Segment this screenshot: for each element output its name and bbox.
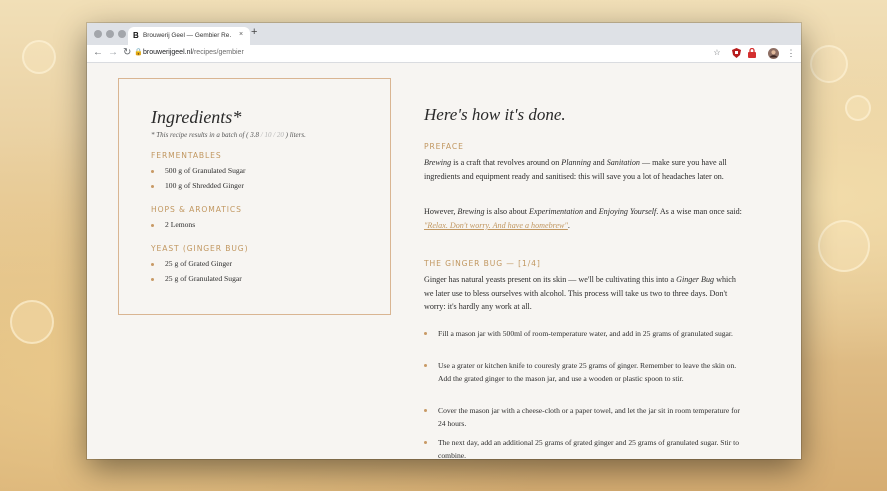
- step-item: Use a grater or kitchen knife to couresl…: [424, 359, 743, 385]
- background-bubble: [810, 45, 848, 83]
- ingredient-item: 2 Lemons: [150, 220, 196, 229]
- tab-title: Brouwerij Geel — Gembier Re…: [143, 32, 231, 39]
- ginger-bug-paragraph: Ginger has natural yeasts present on its…: [424, 275, 736, 311]
- lock-icon[interactable]: 🔒: [134, 48, 143, 56]
- page-content: Ingredients* * This recipe results in a …: [87, 63, 801, 459]
- url-path: /recipes/gembier: [192, 49, 244, 56]
- lock-extension-icon[interactable]: [747, 47, 757, 58]
- menu-icon[interactable]: ⋮: [786, 48, 796, 58]
- background-bubble: [818, 220, 870, 272]
- star-icon[interactable]: ☆: [712, 48, 722, 58]
- batch-option-20[interactable]: 20: [277, 131, 284, 139]
- ingredient-item: 100 g of Shredded Ginger: [151, 181, 244, 190]
- preface-paragraph-1: Brewing is a craft that revolves around …: [424, 158, 727, 181]
- background-bubble: [22, 40, 56, 74]
- step-item: Cover the mason jar with a cheese-cloth …: [424, 404, 743, 430]
- background-bubble: [845, 95, 871, 121]
- browser-toolbar: ← → ↻ 🔒 brouwerijgeel.nl/recipes/gembier…: [87, 45, 801, 63]
- batch-size-note: * This recipe results in a batch of ( 3.…: [151, 131, 306, 139]
- tab-active[interactable]: B Brouwerij Geel — Gembier Re… ×: [128, 27, 250, 45]
- address-bar[interactable]: brouwerijgeel.nl/recipes/gembier: [143, 49, 244, 56]
- tab-bar: B Brouwerij Geel — Gembier Re… × +: [87, 23, 801, 45]
- profile-avatar-icon[interactable]: [768, 48, 779, 59]
- new-tab-button[interactable]: +: [251, 26, 257, 38]
- window-maximize-dot[interactable]: [118, 30, 126, 38]
- homebrew-quote-link[interactable]: "Relax. Don't worry. And have a homebrew…: [424, 221, 568, 230]
- ingredients-card: Ingredients* * This recipe results in a …: [118, 78, 391, 315]
- step-item: The next day, add an additional 25 grams…: [424, 436, 743, 459]
- section-heading-fermentables: FERMENTABLES: [151, 151, 222, 160]
- window-minimize-dot[interactable]: [106, 30, 114, 38]
- back-icon[interactable]: ←: [93, 47, 103, 58]
- preface-paragraph-2: However, Brewing is also about Experimen…: [424, 207, 742, 230]
- section-heading-yeast: YEAST (GINGER BUG): [151, 244, 249, 253]
- howto-title: Here's how it's done.: [424, 105, 566, 124]
- url-host: brouwerijgeel.nl: [143, 49, 193, 56]
- forward-icon[interactable]: →: [108, 47, 118, 58]
- batch-option-10[interactable]: 10: [264, 131, 271, 139]
- browser-window: B Brouwerij Geel — Gembier Re… × + ← → ↻…: [87, 23, 801, 459]
- reload-icon[interactable]: ↻: [123, 47, 131, 58]
- batch-prefix: * This recipe results in a batch of (: [151, 131, 249, 139]
- window-close-dot[interactable]: [94, 30, 102, 38]
- batch-option-3-8[interactable]: 3.8: [250, 131, 259, 139]
- batch-suffix: ) liters.: [285, 131, 306, 139]
- section-heading-ginger-bug: THE GINGER BUG — [1/4]: [424, 259, 541, 268]
- ingredients-title: Ingredients*: [151, 107, 242, 127]
- background-bubble: [10, 300, 54, 344]
- section-heading-preface: PREFACE: [424, 142, 464, 151]
- ingredient-item: 25 g of Grated Ginger: [150, 259, 233, 268]
- step-item: Fill a mason jar with 500ml of room-temp…: [424, 327, 743, 340]
- tab-close-icon[interactable]: ×: [239, 31, 243, 38]
- site-favicon-icon: B: [133, 31, 139, 40]
- section-heading-hops: HOPS & AROMATICS: [151, 205, 242, 214]
- shield-extension-icon[interactable]: [731, 48, 741, 58]
- ingredient-item: 25 g of Granulated Sugar: [151, 274, 242, 283]
- ingredient-item: 500 g of Granulated Sugar: [151, 166, 246, 175]
